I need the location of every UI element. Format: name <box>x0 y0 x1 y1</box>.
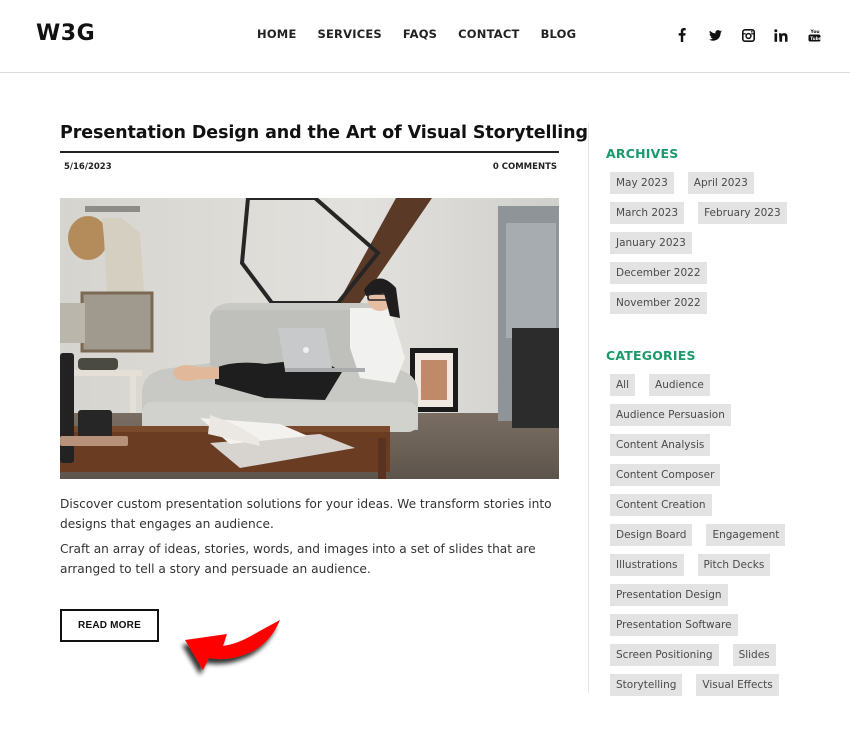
archive-may-2023[interactable]: May 2023 <box>610 172 674 194</box>
linkedin-icon[interactable] <box>773 26 789 44</box>
category-presentation-software[interactable]: Presentation Software <box>610 614 738 636</box>
site-logo[interactable]: W3G <box>36 21 95 46</box>
excerpt-paragraph-1: Discover custom presentation solutions f… <box>60 497 552 531</box>
read-more-button[interactable]: READ MORE <box>60 609 159 642</box>
social-links: You Tube <box>674 26 822 44</box>
archive-december-2022[interactable]: December 2022 <box>610 262 707 284</box>
site-header: W3G HOME SERVICES FAQS CONTACT BLOG You T… <box>0 0 850 73</box>
post-hero-image[interactable] <box>60 198 559 479</box>
blog-sidebar: ARCHIVES May 2023 April 2023 March 2023 … <box>588 123 798 696</box>
category-content-creation[interactable]: Content Creation <box>610 494 712 516</box>
title-divider <box>60 151 559 153</box>
category-slides[interactable]: Slides <box>732 644 776 666</box>
archives-heading: ARCHIVES <box>606 146 679 161</box>
youtube-icon[interactable]: You Tube <box>806 26 822 44</box>
archive-january-2023[interactable]: January 2023 <box>610 232 692 254</box>
nav-services[interactable]: SERVICES <box>318 27 382 41</box>
nav-home[interactable]: HOME <box>257 27 297 41</box>
main-nav: HOME SERVICES FAQS CONTACT BLOG <box>257 27 597 41</box>
category-screen-positioning[interactable]: Screen Positioning <box>610 644 719 666</box>
category-illustrations[interactable]: Illustrations <box>610 554 684 576</box>
category-content-composer[interactable]: Content Composer <box>610 464 721 486</box>
archive-november-2022[interactable]: November 2022 <box>610 292 707 314</box>
nav-contact[interactable]: CONTACT <box>458 27 519 41</box>
archive-february-2023[interactable]: February 2023 <box>698 202 787 224</box>
category-design-board[interactable]: Design Board <box>610 524 693 546</box>
red-arrow-annotation-icon <box>185 620 280 670</box>
category-presentation-design[interactable]: Presentation Design <box>610 584 728 606</box>
category-content-analysis[interactable]: Content Analysis <box>610 434 711 456</box>
svg-text:Tube: Tube <box>810 36 821 41</box>
nav-blog[interactable]: BLOG <box>541 27 577 41</box>
post-meta: 5/16/2023 0 COMMENTS <box>60 162 559 172</box>
instagram-icon[interactable] <box>740 26 756 44</box>
archives-list: May 2023 April 2023 March 2023 February … <box>606 172 806 322</box>
category-storytelling[interactable]: Storytelling <box>610 674 683 696</box>
archive-april-2023[interactable]: April 2023 <box>687 172 754 194</box>
categories-heading: CATEGORIES <box>606 348 696 363</box>
category-audience-persuasion[interactable]: Audience Persuasion <box>610 404 731 426</box>
categories-list: All Audience Audience Persuasion Content… <box>606 374 806 704</box>
svg-text:You: You <box>809 29 819 35</box>
category-audience[interactable]: Audience <box>649 374 710 396</box>
category-pitch-decks[interactable]: Pitch Decks <box>697 554 771 576</box>
post-comments-count[interactable]: 0 COMMENTS <box>493 162 557 172</box>
archive-march-2023[interactable]: March 2023 <box>610 202 685 224</box>
facebook-icon[interactable] <box>674 26 690 44</box>
post-excerpt: Discover custom presentation solutions f… <box>60 495 559 579</box>
category-engagement[interactable]: Engagement <box>706 524 786 546</box>
twitter-icon[interactable] <box>707 26 723 44</box>
blog-post: Presentation Design and the Art of Visua… <box>60 120 588 670</box>
post-date: 5/16/2023 <box>64 162 112 172</box>
hero-illustration <box>60 198 559 479</box>
post-title[interactable]: Presentation Design and the Art of Visua… <box>60 120 588 146</box>
category-visual-effects[interactable]: Visual Effects <box>696 674 779 696</box>
excerpt-paragraph-2: Craft an array of ideas, stories, words,… <box>60 542 536 576</box>
category-all[interactable]: All <box>610 374 636 396</box>
nav-faqs[interactable]: FAQS <box>403 27 437 41</box>
